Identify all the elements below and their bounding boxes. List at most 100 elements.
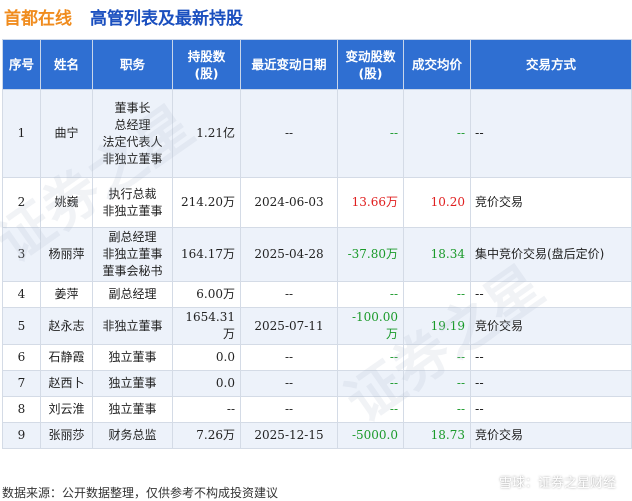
cell-shares: 1654.31万 — [172, 307, 241, 345]
cell-change: 13.66万 — [337, 177, 404, 228]
cell-price: 10.20 — [403, 177, 471, 228]
table-row: 3 杨丽萍 副总经理 非独立董事 董事会秘书 164.17万 2025-04-28 -37.8… — [2, 227, 632, 282]
cell-change: -100.00万 — [337, 307, 404, 345]
cell-method: 集中竞价交易(盘后定价) — [470, 227, 632, 282]
cell-shares: 214.20万 — [172, 177, 241, 228]
cell-name: 姜萍 — [40, 281, 93, 308]
cell-role: 财务总监 — [92, 422, 173, 449]
cell-seq: 6 — [2, 344, 41, 371]
column-header: 持股数 (股) — [172, 39, 241, 90]
cell-role: 董事长 总经理 法定代表人 非独立董事 — [92, 89, 173, 178]
role-line: 非独立董事 — [102, 203, 163, 218]
cell-price: 18.73 — [403, 422, 471, 449]
cell-name: 刘云淮 — [40, 396, 93, 423]
cell-date: -- — [240, 370, 338, 397]
cell-role: 非独立董事 — [92, 307, 173, 345]
role-line: 执行总裁 — [108, 186, 157, 201]
cell-date: 2025-12-15 — [240, 422, 338, 449]
cell-name: 赵西卜 — [40, 370, 93, 397]
cell-price: 18.34 — [403, 227, 471, 282]
page-header: 首都在线 高管列表及最新持股 — [0, 0, 632, 36]
table-row: 7 赵西卜 独立董事 0.0 -- -- -- -- — [2, 370, 632, 397]
cell-seq: 7 — [2, 370, 41, 397]
page-title: 高管列表及最新持股 — [90, 9, 243, 29]
table-row: 4 姜萍 副总经理 6.00万 -- -- -- -- — [2, 281, 632, 308]
cell-date: 2024-06-03 — [240, 177, 338, 228]
role-line: 董事会秘书 — [102, 264, 163, 278]
cell-change: -37.80万 — [337, 227, 404, 282]
cell-seq: 2 — [2, 177, 41, 228]
brand-name: 首都在线 — [4, 9, 72, 29]
cell-price: -- — [403, 281, 471, 308]
cell-change: -5000.0 — [337, 422, 404, 449]
cell-seq: 3 — [2, 227, 41, 282]
column-header: 序号 — [2, 39, 41, 90]
cell-seq: 5 — [2, 307, 41, 345]
cell-shares: 6.00万 — [172, 281, 241, 308]
role-line: 财务总监 — [108, 428, 157, 442]
cell-price: -- — [403, 344, 471, 371]
cell-method: -- — [470, 370, 632, 397]
table-row: 2 姚巍 执行总裁 非独立董事 214.20万 2024-06-03 13.66万 10.20… — [2, 177, 632, 228]
cell-seq: 9 — [2, 422, 41, 449]
role-line: 独立董事 — [108, 376, 157, 390]
cell-seq: 8 — [2, 396, 41, 423]
cell-change: -- — [337, 89, 404, 178]
credit: 雪球：证券之星财经 — [474, 471, 616, 491]
cell-name: 姚巍 — [40, 177, 93, 228]
cell-date: 2025-07-11 — [240, 307, 338, 345]
cell-change: -- — [337, 370, 404, 397]
cell-method: 竞价交易 — [470, 422, 632, 449]
column-header: 姓名 — [40, 39, 93, 90]
role-line: 独立董事 — [108, 350, 157, 364]
cell-method: 竞价交易 — [470, 177, 632, 228]
table-row: 8 刘云淮 独立董事 -- -- -- -- -- — [2, 396, 632, 423]
cell-role: 独立董事 — [92, 344, 173, 371]
cell-method: -- — [470, 89, 632, 178]
cell-role: 副总经理 非独立董事 董事会秘书 — [92, 227, 173, 282]
role-line: 副总经理 — [108, 230, 157, 244]
cell-role: 执行总裁 非独立董事 — [92, 177, 173, 228]
cell-date: -- — [240, 396, 338, 423]
cell-shares: 164.17万 — [172, 227, 241, 282]
cell-seq: 4 — [2, 281, 41, 308]
role-line: 非独立董事 — [102, 318, 163, 333]
role-line: 副总经理 — [108, 287, 157, 301]
cell-change: -- — [337, 344, 404, 371]
cell-price: -- — [403, 370, 471, 397]
cell-price: -- — [403, 396, 471, 423]
snowball-logo-icon — [474, 471, 495, 491]
column-header: 最近变动日期 — [240, 39, 338, 90]
cell-date: -- — [240, 344, 338, 371]
cell-price: -- — [403, 89, 471, 178]
data-source-note: 数据来源：公开数据整理，仅供参考不构成投资建议 — [2, 486, 279, 500]
role-line: 总经理 — [114, 117, 151, 132]
column-header: 交易方式 — [470, 39, 632, 90]
cell-name: 杨丽萍 — [40, 227, 93, 282]
role-line: 法定代表人 — [102, 134, 163, 149]
cell-change: -- — [337, 396, 404, 423]
column-header: 变动股数 (股) — [337, 39, 404, 90]
cell-method: 竞价交易 — [470, 307, 632, 345]
cell-shares: 0.0 — [172, 370, 241, 397]
cell-shares: 0.0 — [172, 344, 241, 371]
cell-name: 赵永志 — [40, 307, 93, 345]
column-header: 职务 — [92, 39, 173, 90]
table-row: 9 张丽莎 财务总监 7.26万 2025-12-15 -5000.0 18.73 竞价交易 — [2, 422, 632, 449]
executives-table: 序号 姓名 职务 持股数 (股) 最近变动日期 变动股数 (股) 成交均价 交易方式 1 曲宁董… — [2, 39, 632, 449]
role-line: 独立董事 — [108, 402, 157, 416]
cell-name: 张丽莎 — [40, 422, 93, 449]
cell-name: 曲宁 — [40, 89, 93, 178]
table-row: 6 石静霞 独立董事 0.0 -- -- -- -- — [2, 344, 632, 371]
cell-shares: 7.26万 — [172, 422, 241, 449]
cell-date: -- — [240, 281, 338, 308]
cell-method: -- — [470, 281, 632, 308]
credit-text: 雪球：证券之星财经 — [498, 475, 616, 491]
cell-name: 石静霞 — [40, 344, 93, 371]
column-header: 成交均价 — [403, 39, 471, 90]
cell-date: 2025-04-28 — [240, 227, 338, 282]
role-line: 董事长 — [114, 100, 151, 115]
cell-role: 副总经理 — [92, 281, 173, 308]
table-row: 5 赵永志 非独立董事 1654.31万 2025-07-11 -100.00万 19.19… — [2, 307, 632, 345]
cell-shares: 1.21亿 — [172, 89, 241, 178]
